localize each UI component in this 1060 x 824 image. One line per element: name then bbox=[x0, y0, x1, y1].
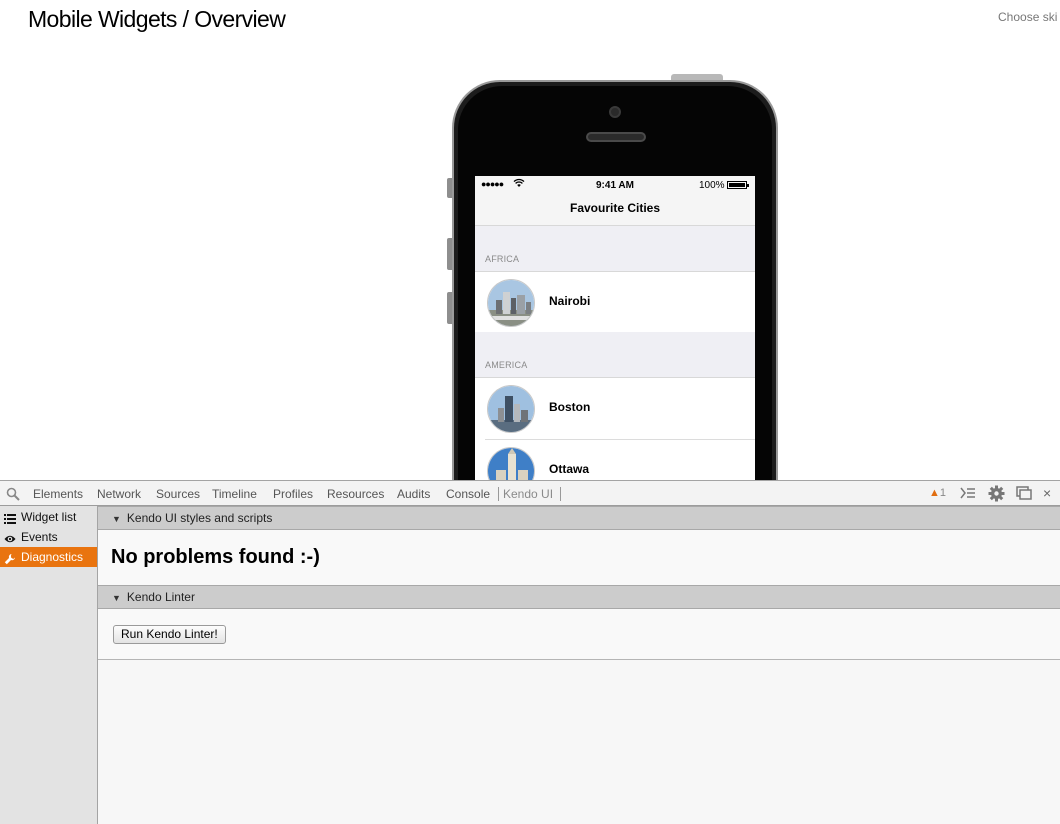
tab-resources[interactable]: Resources bbox=[327, 487, 384, 501]
tab-divider bbox=[560, 487, 561, 501]
city-image-ottawa bbox=[487, 447, 535, 481]
city-name: Boston bbox=[549, 400, 591, 414]
phone-screen: ●●●●● 9:41 AM 100% Favourite Cities AFRI… bbox=[475, 176, 755, 481]
search-icon[interactable] bbox=[6, 487, 20, 501]
battery-icon bbox=[727, 181, 749, 189]
navbar-title: Favourite Cities bbox=[475, 194, 755, 226]
section-header-kendo-linter[interactable]: ▼ Kendo Linter bbox=[98, 585, 1060, 609]
warning-icon: ▲ bbox=[929, 487, 940, 499]
list-item-ottawa[interactable]: Ottawa bbox=[475, 440, 755, 481]
city-image-nairobi bbox=[487, 279, 535, 327]
sidebar-item-widget-list[interactable]: Widget list bbox=[0, 507, 97, 527]
status-bar: ●●●●● 9:41 AM 100% bbox=[475, 176, 755, 194]
section-body-styles-scripts: No problems found :-) bbox=[98, 530, 1060, 585]
warning-count: 1 bbox=[939, 487, 947, 499]
dock-icon[interactable] bbox=[1016, 486, 1032, 503]
tab-network[interactable]: Network bbox=[97, 487, 141, 501]
group-label: AMERICA bbox=[485, 360, 528, 370]
city-image-boston bbox=[487, 385, 535, 433]
phone-speaker bbox=[586, 132, 646, 142]
list-item-boston[interactable]: Boston bbox=[475, 378, 755, 440]
sidebar-item-diagnostics[interactable]: Diagnostics bbox=[0, 547, 97, 567]
gear-icon[interactable] bbox=[988, 485, 1005, 505]
tab-elements[interactable]: Elements bbox=[33, 487, 83, 501]
tab-console[interactable]: Console bbox=[446, 487, 490, 501]
section-header-styles-scripts[interactable]: ▼ Kendo UI styles and scripts bbox=[98, 506, 1060, 530]
section-body-kendo-linter: Run Kendo Linter! bbox=[98, 609, 1060, 660]
list-icon bbox=[4, 511, 16, 524]
list-item-nairobi[interactable]: Nairobi bbox=[475, 272, 755, 334]
sidebar-item-events[interactable]: Events bbox=[0, 527, 97, 547]
group-label: AFRICA bbox=[485, 254, 520, 264]
run-kendo-linter-button[interactable]: Run Kendo Linter! bbox=[113, 625, 226, 644]
tab-kendo-ui[interactable]: Kendo UI bbox=[503, 487, 553, 501]
console-drawer-icon[interactable] bbox=[960, 486, 976, 503]
sidebar-item-label: Diagnostics bbox=[21, 550, 84, 564]
expand-triangle-icon: ▼ bbox=[112, 514, 121, 524]
section-title: Kendo Linter bbox=[126, 590, 195, 604]
tab-audits[interactable]: Audits bbox=[397, 487, 430, 501]
close-icon[interactable]: × bbox=[1043, 485, 1051, 501]
group-header-africa: AFRICA bbox=[475, 226, 755, 272]
battery-percent: 100% bbox=[699, 180, 725, 191]
city-name: Nairobi bbox=[549, 294, 591, 308]
skin-chooser[interactable]: Choose ski bbox=[998, 10, 1057, 24]
devtools-sidebar: Widget list Events Diagnostics bbox=[0, 506, 98, 824]
group-header-america: AMERICA bbox=[475, 332, 755, 378]
tab-timeline[interactable]: Timeline bbox=[212, 487, 257, 501]
phone-camera bbox=[609, 106, 621, 118]
devtools-toolbar: Elements Network Sources Timeline Profil… bbox=[0, 481, 1060, 506]
page-title: Mobile Widgets / Overview bbox=[28, 6, 286, 32]
no-problems-message: No problems found :-) bbox=[111, 546, 320, 568]
sidebar-item-label: Events bbox=[21, 530, 58, 544]
expand-triangle-icon: ▼ bbox=[112, 593, 121, 603]
eye-icon bbox=[4, 531, 16, 543]
tab-profiles[interactable]: Profiles bbox=[273, 487, 313, 501]
section-title: Kendo UI styles and scripts bbox=[126, 511, 273, 525]
diagnostics-panel: ▼ Kendo UI styles and scripts No problems… bbox=[98, 506, 1060, 824]
sidebar-item-label: Widget list bbox=[21, 510, 77, 524]
battery-fill bbox=[729, 183, 745, 187]
city-name: Ottawa bbox=[549, 462, 590, 476]
tab-sources[interactable]: Sources bbox=[156, 487, 200, 501]
tab-divider bbox=[498, 487, 499, 501]
warning-counter[interactable]: ▲1 bbox=[929, 487, 946, 499]
devtools-panel: Elements Network Sources Timeline Profil… bbox=[0, 480, 1060, 824]
wrench-icon bbox=[4, 551, 16, 565]
